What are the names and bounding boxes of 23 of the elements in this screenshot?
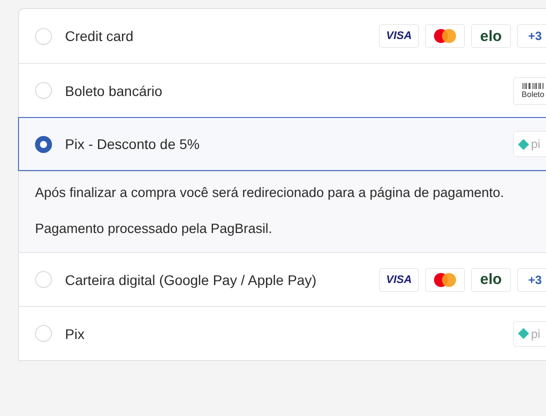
payment-option[interactable]: Credit card VISA elo +3 (19, 9, 546, 63)
visa-logo: VISA (379, 24, 419, 48)
elo-logo: elo (471, 24, 511, 48)
boleto-logo: Boleto (513, 76, 546, 104)
more-cards-badge: +3 (517, 268, 546, 292)
payment-option[interactable]: Carteira digital (Google Pay / Apple Pay) VISA elo +3 (19, 252, 546, 306)
more-cards-badge: +3 (517, 24, 546, 48)
payment-option[interactable]: Pix pi (19, 306, 546, 360)
option-label: Carteira digital (Google Pay / Apple Pay) (65, 270, 318, 290)
pix-logo: pi (513, 320, 546, 346)
option-label: Boleto bancário (65, 82, 164, 100)
visa-logo: VISA (379, 268, 419, 292)
details-text: Após finalizar a compra você será redirecionado para a página de pagamento. (35, 184, 506, 202)
mastercard-logo (425, 268, 465, 292)
mastercard-logo (425, 24, 465, 48)
elo-logo: elo (471, 268, 511, 292)
details-text: Pagamento processado pela PagBrasil. (35, 220, 274, 238)
option-label: Pix - Desconto de 5% (65, 135, 201, 154)
option-label: Credit card (65, 27, 134, 46)
option-label: Pix (65, 324, 86, 344)
payment-option[interactable]: Pix - Desconto de 5% pi (18, 117, 546, 171)
pix-logo: pi (513, 131, 546, 157)
radio-button[interactable] (35, 136, 52, 152)
